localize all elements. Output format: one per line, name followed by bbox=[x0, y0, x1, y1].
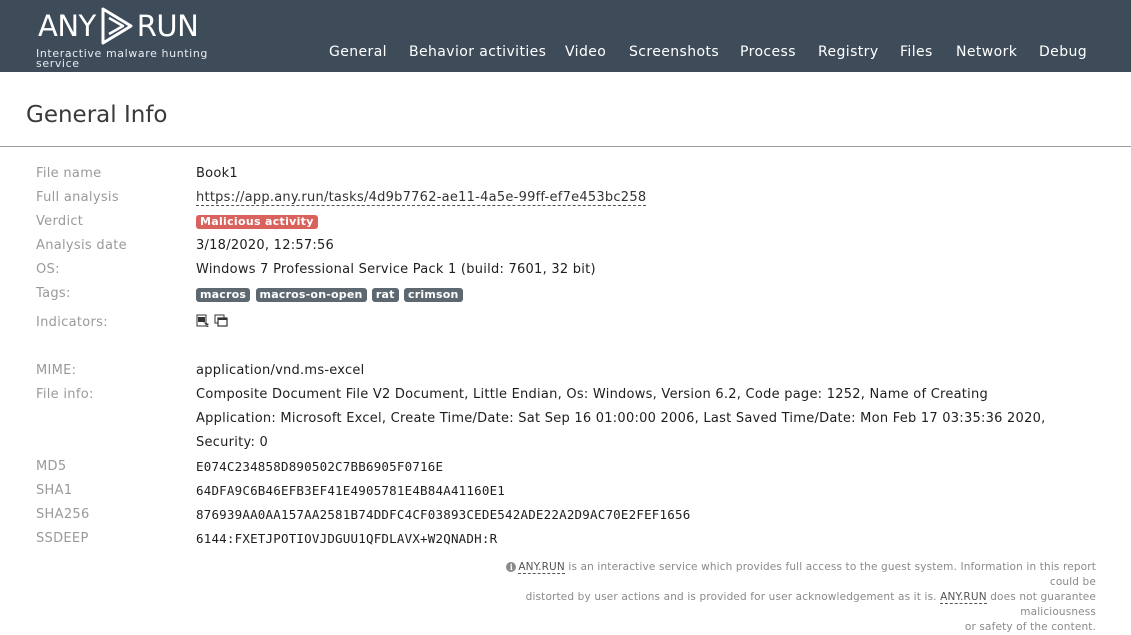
full-analysis-label: Full analysis bbox=[36, 190, 119, 205]
windows-icon[interactable] bbox=[214, 314, 228, 328]
top-header: ANY RUN Interactive malware hunting serv… bbox=[0, 0, 1131, 72]
file-name-value: Book1 bbox=[196, 166, 238, 181]
disclaimer-text: or safety of the content. bbox=[964, 621, 1096, 633]
nav-video[interactable]: Video bbox=[565, 44, 606, 60]
nav-network[interactable]: Network bbox=[956, 44, 1017, 60]
disclaimer-text: distorted by user actions and is provide… bbox=[525, 591, 941, 603]
info-icon: i bbox=[506, 562, 517, 572]
md5-value: E074C234858D890502C7BB6905F0716E bbox=[196, 459, 444, 474]
nav-process[interactable]: Process bbox=[740, 44, 796, 60]
file-info-line: Composite Document File V2 Document, Lit… bbox=[196, 387, 988, 402]
nav-screenshots[interactable]: Screenshots bbox=[629, 44, 719, 60]
indicators-list bbox=[196, 313, 228, 328]
disclaimer: i ANY.RUN is an interactive service which… bbox=[486, 560, 1096, 635]
os-label: OS: bbox=[36, 262, 60, 277]
anyrun-link[interactable]: ANY.RUN bbox=[518, 561, 565, 574]
os-value: Windows 7 Professional Service Pack 1 (b… bbox=[196, 262, 596, 277]
nav-registry[interactable]: Registry bbox=[818, 44, 879, 60]
nav-behavior-activities[interactable]: Behavior activities bbox=[409, 44, 546, 60]
ssdeep-value: 6144:FXETJPOTIOVJDGUU1QFDLAVX+W2QNADH:R bbox=[196, 531, 498, 546]
disclaimer-text: does not guarantee maliciousness bbox=[986, 591, 1096, 618]
tags-list: macros macros-on-open rat crimson bbox=[196, 287, 464, 302]
sha1-value: 64DFA9C6B46EFB3EF41E4905781E4B84A41160E1 bbox=[196, 483, 506, 498]
title-divider bbox=[0, 146, 1131, 147]
disclaimer-text: is an interactive service which provides… bbox=[564, 561, 1096, 588]
mime-value: application/vnd.ms-excel bbox=[196, 363, 365, 378]
tag-badge[interactable]: rat bbox=[371, 288, 399, 302]
file-info-line: Application: Microsoft Excel, Create Tim… bbox=[196, 411, 1046, 426]
logo-text-run: RUN bbox=[136, 9, 199, 43]
full-analysis-link[interactable]: https://app.any.run/tasks/4d9b7762-ae11-… bbox=[196, 190, 647, 206]
sha1-label: SHA1 bbox=[36, 483, 73, 498]
file-info-line: Security: 0 bbox=[196, 435, 268, 450]
anyrun-logo[interactable]: ANY RUN bbox=[38, 6, 199, 46]
nav-debug[interactable]: Debug bbox=[1039, 44, 1087, 60]
ssdeep-label: SSDEEP bbox=[36, 531, 89, 546]
sha256-label: SHA256 bbox=[36, 507, 90, 522]
tag-badge[interactable]: macros-on-open bbox=[255, 288, 367, 302]
main-nav: General Behavior activities Video Screen… bbox=[0, 44, 1131, 64]
indicators-label: Indicators: bbox=[36, 315, 108, 330]
nav-general[interactable]: General bbox=[329, 44, 387, 60]
verdict-label: Verdict bbox=[36, 214, 84, 229]
md5-label: MD5 bbox=[36, 459, 67, 474]
tags-label: Tags: bbox=[36, 286, 71, 301]
nav-files[interactable]: Files bbox=[900, 44, 933, 60]
file-info-label: File info: bbox=[36, 387, 94, 402]
analysis-date-label: Analysis date bbox=[36, 238, 127, 253]
tag-badge[interactable]: crimson bbox=[404, 288, 463, 302]
play-logo-icon bbox=[101, 7, 133, 45]
logo-text-any: ANY bbox=[38, 9, 96, 43]
tag-badge[interactable]: macros bbox=[196, 288, 251, 302]
analysis-date-value: 3/18/2020, 12:57:56 bbox=[196, 238, 335, 253]
document-macro-icon[interactable] bbox=[196, 314, 210, 328]
mime-label: MIME: bbox=[36, 363, 77, 378]
file-name-label: File name bbox=[36, 166, 102, 181]
page-title: General Info bbox=[26, 102, 168, 128]
sha256-value: 876939AA0AA157AA2581B74DDFC4CF03893CEDE5… bbox=[196, 507, 691, 522]
anyrun-link[interactable]: ANY.RUN bbox=[940, 591, 987, 604]
verdict-badge: Malicious activity bbox=[196, 215, 318, 229]
